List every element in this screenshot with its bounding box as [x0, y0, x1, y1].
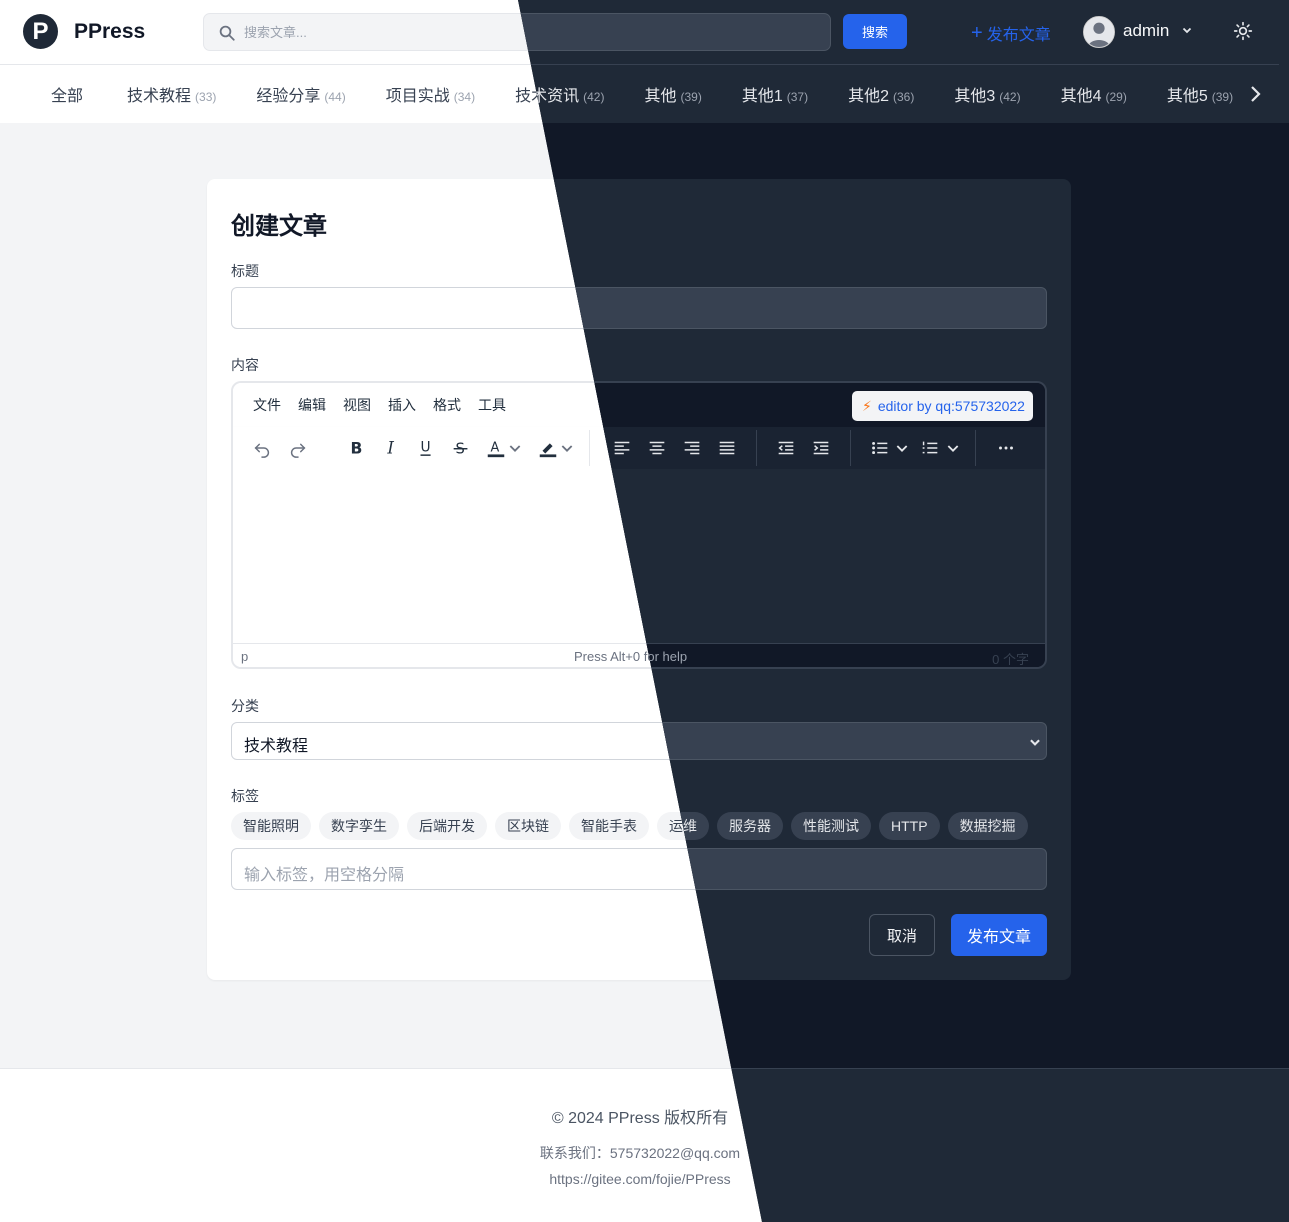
publish-article-link[interactable]: + 发布文章: [971, 21, 1051, 45]
highlight-color-icon[interactable]: [535, 435, 561, 461]
tag-chip[interactable]: 智能手表: [569, 812, 649, 840]
align-center-icon[interactable]: [644, 435, 670, 461]
editor-promo-badge[interactable]: ⚡ editor by qq:575732022: [852, 391, 1033, 421]
tag-chip[interactable]: HTTP: [879, 812, 940, 840]
page-title: 创建文章: [231, 213, 327, 240]
chevron-down-icon[interactable]: [945, 435, 961, 461]
bold-icon[interactable]: B: [343, 435, 369, 461]
align-justify-icon[interactable]: [714, 435, 740, 461]
category-item[interactable]: 其他(39): [644, 82, 701, 106]
text-color-icon[interactable]: A: [483, 435, 509, 461]
svg-text:A: A: [491, 441, 500, 456]
redo-icon[interactable]: [285, 435, 311, 461]
category-label: 分类: [231, 698, 259, 714]
menu-tools[interactable]: 工具: [478, 395, 506, 415]
menu-format[interactable]: 格式: [433, 395, 461, 415]
brand-name[interactable]: PPress: [74, 20, 145, 44]
category-item[interactable]: 其他5(39): [1167, 82, 1233, 106]
category-item[interactable]: 项目实战(34): [386, 82, 475, 106]
tag-chip[interactable]: 数据挖掘: [947, 812, 1028, 840]
element-path[interactable]: p: [241, 649, 248, 664]
align-left-icon[interactable]: [609, 435, 635, 461]
chevron-down-icon[interactable]: [507, 435, 523, 461]
menu-edit[interactable]: 编辑: [298, 395, 326, 415]
content-label: 内容: [231, 357, 259, 373]
tag-chip[interactable]: 区块链: [495, 812, 561, 840]
menu-file[interactable]: 文件: [253, 395, 281, 415]
avatar-person-icon: [1084, 17, 1114, 47]
numbered-list-icon[interactable]: [917, 435, 943, 461]
svg-text:B: B: [351, 440, 363, 458]
chevron-down-icon[interactable]: [894, 435, 910, 461]
sun-icon[interactable]: [1233, 21, 1253, 41]
underline-icon[interactable]: U: [413, 435, 439, 461]
toolbar-divider: [589, 430, 590, 466]
more-options-icon[interactable]: [993, 435, 1019, 461]
align-right-icon[interactable]: [679, 435, 705, 461]
username[interactable]: admin: [1123, 21, 1169, 41]
chevron-right-icon[interactable]: [1243, 82, 1267, 106]
category-item[interactable]: 其他3(42): [954, 82, 1020, 106]
search-button[interactable]: 搜索: [843, 14, 907, 49]
category-item[interactable]: 全部: [51, 82, 87, 106]
toolbar-divider: [975, 430, 976, 466]
svg-text:U: U: [421, 440, 431, 456]
category-item[interactable]: 其他2(36): [848, 82, 914, 106]
cancel-button[interactable]: 取消: [869, 914, 935, 956]
tags-label: 标签: [231, 788, 259, 804]
category-item[interactable]: 经验分享(44): [256, 82, 345, 106]
category-item[interactable]: 其他4(29): [1061, 82, 1127, 106]
plus-icon: +: [971, 22, 983, 44]
menu-view[interactable]: 视图: [343, 395, 371, 415]
tag-chip[interactable]: 后端开发: [407, 812, 487, 840]
category-item[interactable]: 技术教程(33): [127, 82, 216, 106]
italic-icon[interactable]: I: [378, 435, 404, 461]
tag-chip[interactable]: 数字孪生: [319, 812, 399, 840]
publish-button[interactable]: 发布文章: [951, 914, 1047, 956]
user-avatar[interactable]: [1083, 16, 1115, 48]
bullet-list-icon[interactable]: [867, 435, 893, 461]
editor-badge-text: editor by qq:575732022: [877, 398, 1025, 414]
tag-chip[interactable]: 智能照明: [231, 812, 311, 840]
word-count[interactable]: 0 个字: [992, 649, 1029, 667]
chevron-down-icon[interactable]: [1181, 24, 1193, 36]
category-item[interactable]: 其他1(37): [742, 82, 808, 106]
publish-article-label: 发布文章: [986, 27, 1051, 44]
chevron-down-icon[interactable]: [559, 435, 575, 461]
logo-icon[interactable]: P: [23, 14, 58, 49]
toolbar-divider: [850, 430, 851, 466]
indent-icon[interactable]: [808, 435, 834, 461]
category-select-value: 技术教程: [244, 738, 309, 755]
tag-chip[interactable]: 性能测试: [791, 812, 871, 840]
menu-insert[interactable]: 插入: [388, 395, 416, 415]
svg-text:I: I: [386, 439, 394, 458]
title-label: 标题: [231, 263, 259, 279]
lightning-icon: ⚡: [862, 397, 872, 414]
chevron-down-icon: [1030, 739, 1040, 746]
toolbar-divider: [756, 430, 757, 466]
undo-icon[interactable]: [249, 435, 275, 461]
search-icon: [219, 25, 235, 41]
outdent-icon[interactable]: [773, 435, 799, 461]
tag-chip[interactable]: 服务器: [717, 812, 783, 840]
strikethrough-icon[interactable]: S: [448, 435, 474, 461]
tag-input-placeholder: 输入标签，用空格分隔: [244, 867, 405, 884]
